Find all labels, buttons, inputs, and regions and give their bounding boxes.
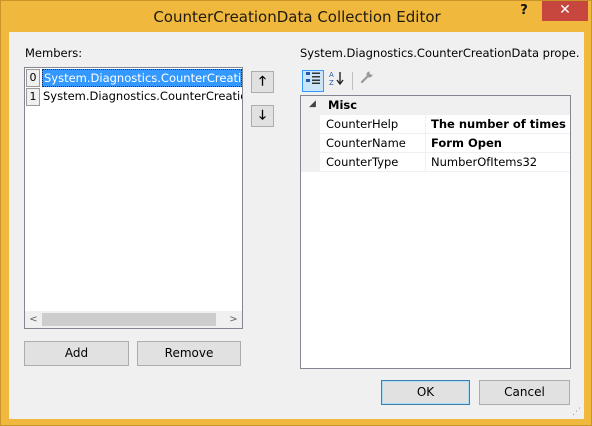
list-item-index: 0 <box>26 69 40 87</box>
svg-text:A: A <box>329 71 334 79</box>
dialog-client-area: Members: 0 System.Diagnostics.CounterCre… <box>9 32 584 419</box>
property-value[interactable]: NumberOfItems32 <box>431 155 537 169</box>
close-button[interactable]: ✕ <box>542 1 588 21</box>
list-item[interactable]: 0 System.Diagnostics.CounterCreationData <box>26 69 242 87</box>
members-listbox[interactable]: 0 System.Diagnostics.CounterCreationData… <box>24 67 243 329</box>
column-divider <box>425 134 426 153</box>
properties-label: System.Diagnostics.CounterCreationData p… <box>300 46 580 60</box>
property-name: CounterType <box>326 155 399 169</box>
property-row-countertype[interactable]: CounterType NumberOfItems32 <box>301 153 570 172</box>
list-item-index: 1 <box>26 88 40 106</box>
arrow-down-icon: 🡓 <box>259 108 266 123</box>
row-gutter <box>301 153 320 172</box>
scroll-right-button[interactable]: > <box>225 311 242 328</box>
category-label: Misc <box>328 98 358 112</box>
dialog-window: CounterCreationData Collection Editor ? … <box>0 0 592 426</box>
move-up-button[interactable]: 🡑 <box>251 71 274 93</box>
scrollbar-thumb[interactable] <box>42 313 216 326</box>
list-item[interactable]: 1 System.Diagnostics.CounterCreationData <box>26 88 242 106</box>
svg-text:Z: Z <box>329 79 334 86</box>
list-item-label: System.Diagnostics.CounterCreationData <box>42 69 242 87</box>
remove-button[interactable]: Remove <box>137 341 241 366</box>
row-divider <box>320 171 570 172</box>
row-gutter <box>301 115 320 134</box>
property-row-countername[interactable]: CounterName Form Open <box>301 134 570 153</box>
resize-grip-icon[interactable]: ⋰ <box>572 407 582 417</box>
cancel-button[interactable]: Cancel <box>479 380 570 405</box>
ok-button[interactable]: OK <box>381 380 470 405</box>
property-grid-toolbar: A Z <box>300 69 571 93</box>
property-value[interactable]: Form Open <box>431 136 502 150</box>
alphabetical-button[interactable]: A Z <box>326 70 348 92</box>
help-button[interactable]: ? <box>508 1 540 21</box>
toolbar-separator <box>352 72 353 90</box>
property-row-counterhelp[interactable]: CounterHelp The number of times the <box>301 115 570 134</box>
scroll-left-button[interactable]: < <box>25 311 42 328</box>
property-pages-button[interactable] <box>356 70 378 92</box>
window-title: CounterCreationData Collection Editor <box>153 8 441 26</box>
add-button[interactable]: Add <box>24 341 129 366</box>
property-value[interactable]: The number of times the <box>431 117 570 131</box>
categorized-button[interactable] <box>302 70 324 92</box>
column-divider <box>425 153 426 172</box>
column-divider <box>425 115 426 134</box>
categorized-icon <box>306 72 320 84</box>
horizontal-scrollbar[interactable]: < > <box>25 311 242 328</box>
property-name: CounterName <box>326 136 406 150</box>
alphabetical-icon: A Z <box>329 71 344 87</box>
property-grid[interactable]: ◢ Misc CounterHelp The number of times t… <box>300 95 571 369</box>
wrench-icon <box>360 71 373 84</box>
arrow-up-icon: 🡑 <box>259 74 266 89</box>
row-gutter <box>301 134 320 153</box>
property-name: CounterHelp <box>326 117 399 131</box>
collapse-icon[interactable]: ◢ <box>309 99 316 109</box>
list-item-label: System.Diagnostics.CounterCreationData <box>43 89 242 103</box>
title-bar[interactable]: CounterCreationData Collection Editor ? … <box>1 1 591 32</box>
move-down-button[interactable]: 🡓 <box>251 105 274 127</box>
members-label: Members: <box>25 46 83 60</box>
category-misc[interactable]: ◢ Misc <box>301 96 570 115</box>
